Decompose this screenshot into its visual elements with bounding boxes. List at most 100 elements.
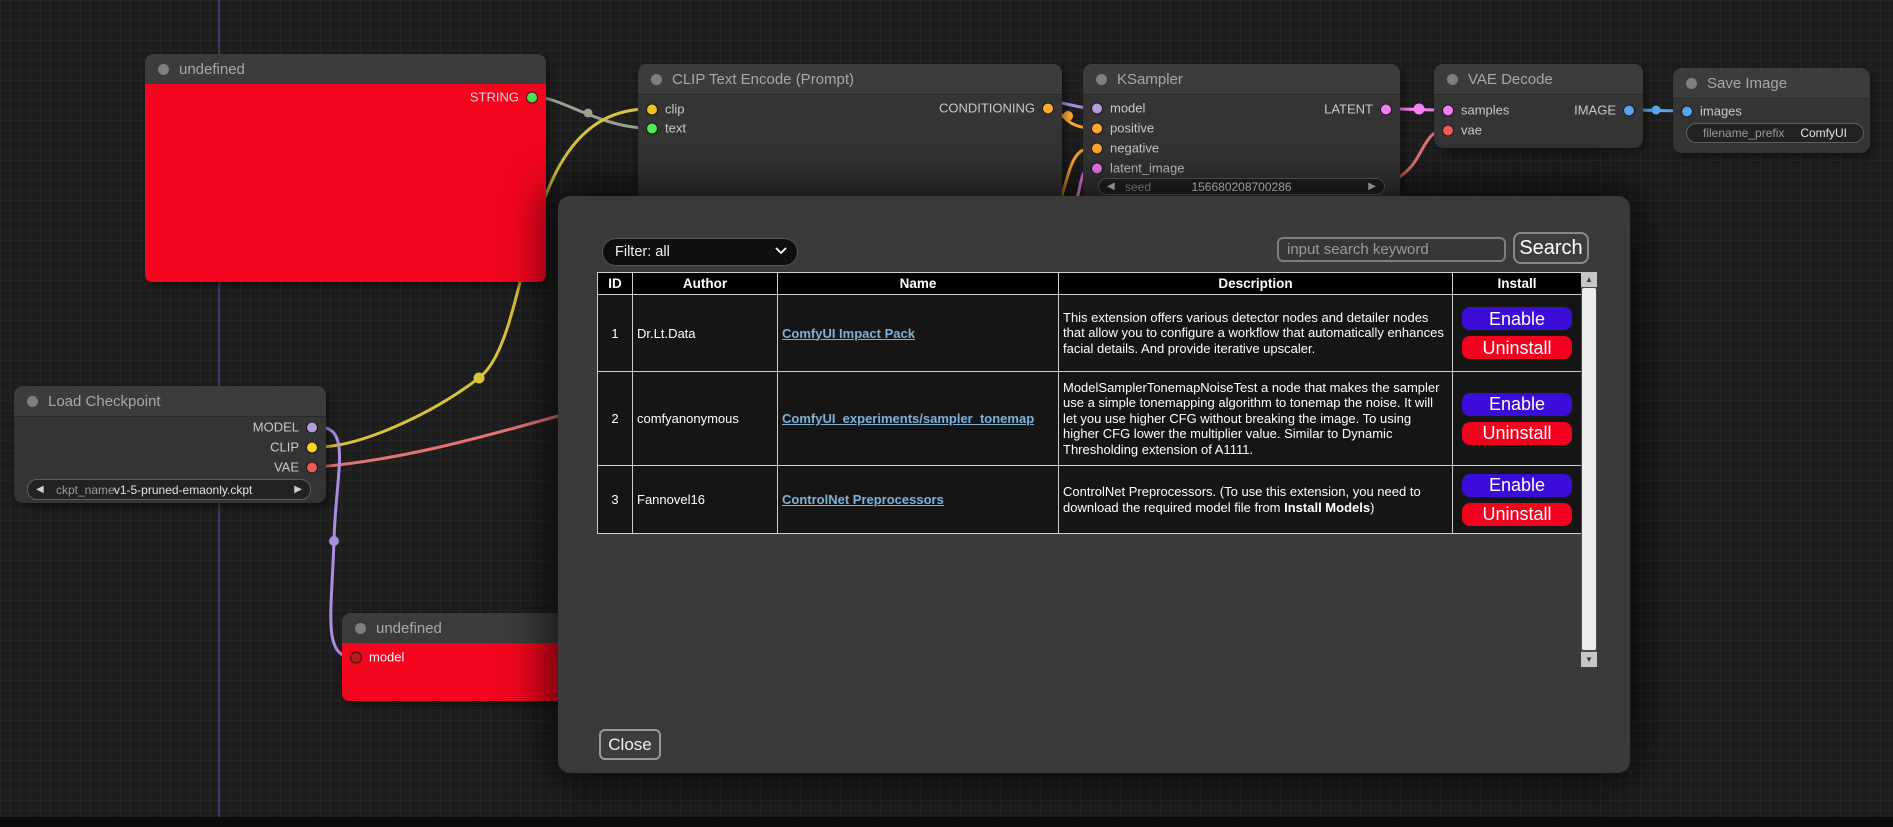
node-title-bar[interactable]: undefined <box>342 613 565 644</box>
port-dot-text[interactable] <box>647 123 657 133</box>
port-dot-samples[interactable] <box>1443 105 1453 115</box>
node-title-bar[interactable]: Save Image <box>1673 68 1870 99</box>
port-dot-vae[interactable] <box>1443 125 1453 135</box>
filename-prefix-widget[interactable]: filename_prefix ComfyUI <box>1686 123 1864 143</box>
extension-link[interactable]: ComfyUI Impact Pack <box>782 326 915 341</box>
wire-dot-latent <box>1414 104 1425 115</box>
input-latent-image[interactable]: latent_image <box>1092 161 1184 176</box>
input-positive[interactable]: positive <box>1092 121 1154 136</box>
enable-button[interactable]: Enable <box>1461 473 1573 498</box>
node-title: Load Checkpoint <box>48 393 161 410</box>
collapse-dot-icon[interactable] <box>355 623 366 634</box>
close-button[interactable]: Close <box>599 729 661 760</box>
extension-manager-dialog: Filter: all Search ID Author Name Descri… <box>558 196 1630 773</box>
node-save-image[interactable]: Save Image images filename_prefix ComfyU… <box>1673 68 1870 153</box>
uninstall-button[interactable]: Uninstall <box>1461 502 1573 527</box>
decrement-arrow-icon[interactable]: ◀ <box>1107 182 1115 192</box>
collapse-dot-icon[interactable] <box>651 74 662 85</box>
output-clip[interactable]: CLIP <box>270 440 317 455</box>
node-title-bar[interactable]: undefined <box>145 54 546 85</box>
cell-description: This extension offers various detector n… <box>1059 295 1453 372</box>
input-negative[interactable]: negative <box>1092 141 1159 156</box>
input-model[interactable]: model <box>1092 101 1145 116</box>
output-string[interactable]: STRING <box>470 90 537 105</box>
node-title-bar[interactable]: CLIP Text Encode (Prompt) <box>638 64 1062 95</box>
cell-name: ControlNet Preprocessors <box>778 466 1059 534</box>
node-title: undefined <box>179 61 245 78</box>
port-dot-negative[interactable] <box>1092 143 1102 153</box>
enable-button[interactable]: Enable <box>1461 306 1573 331</box>
col-header-install: Install <box>1453 273 1582 295</box>
enable-button[interactable]: Enable <box>1461 392 1573 417</box>
node-load-checkpoint[interactable]: Load Checkpoint MODEL CLIP VAE ◀ ckpt_na… <box>14 386 326 503</box>
output-conditioning[interactable]: CONDITIONING <box>939 101 1053 116</box>
table-scrollbar[interactable]: ▲ ▼ <box>1581 272 1597 667</box>
filter-dropdown-wrap: Filter: all <box>602 238 798 266</box>
extension-link[interactable]: ControlNet Preprocessors <box>782 492 944 507</box>
node-title: KSampler <box>1117 71 1183 88</box>
cell-name: ComfyUI Impact Pack <box>778 295 1059 372</box>
wire-dot-image <box>1652 106 1661 115</box>
node-vae-decode[interactable]: VAE Decode samples vae IMAGE <box>1434 64 1643 148</box>
node-title-bar[interactable]: VAE Decode <box>1434 64 1643 95</box>
cell-install: Enable Uninstall <box>1453 295 1582 372</box>
collapse-dot-icon[interactable] <box>1096 74 1107 85</box>
scroll-up-icon[interactable]: ▲ <box>1581 272 1597 287</box>
output-vae[interactable]: VAE <box>274 460 317 475</box>
ckpt-name-widget[interactable]: ◀ ckpt_name v1-5-pruned-emaonly.ckpt ▶ <box>27 479 311 500</box>
port-dot-conditioning[interactable] <box>1043 103 1053 113</box>
increment-arrow-icon[interactable]: ▶ <box>1368 182 1376 192</box>
collapse-dot-icon[interactable] <box>158 64 169 75</box>
search-button[interactable]: Search <box>1513 232 1589 264</box>
port-dot-latent[interactable] <box>1381 104 1391 114</box>
input-images[interactable]: images <box>1682 104 1742 119</box>
col-header-author: Author <box>633 273 778 295</box>
uninstall-button[interactable]: Uninstall <box>1461 421 1573 446</box>
port-dot-string[interactable] <box>527 92 537 102</box>
port-dot-vae-out[interactable] <box>307 462 317 472</box>
cell-id: 2 <box>598 372 633 466</box>
prev-arrow-icon[interactable]: ◀ <box>36 485 44 495</box>
node-title: Save Image <box>1707 75 1787 92</box>
node-undefined-top[interactable]: undefined STRING <box>145 54 546 282</box>
node-body: samples vae IMAGE <box>1434 94 1643 148</box>
output-latent[interactable]: LATENT <box>1324 102 1391 117</box>
port-dot-model[interactable] <box>1092 103 1102 113</box>
port-dot-positive[interactable] <box>1092 123 1102 133</box>
filter-select[interactable]: Filter: all <box>602 238 798 266</box>
scrollbar-thumb[interactable] <box>1582 288 1596 650</box>
collapse-dot-icon[interactable] <box>1686 78 1697 89</box>
collapse-dot-icon[interactable] <box>1447 74 1458 85</box>
comfyui-canvas[interactable]: undefined STRING CLIP Text Encode (Promp… <box>0 0 1893 827</box>
port-dot-model-in[interactable] <box>351 652 361 662</box>
output-model[interactable]: MODEL <box>253 420 317 435</box>
input-samples[interactable]: samples <box>1443 103 1509 118</box>
table-row: 2 comfyanonymous ComfyUI_experiments/sam… <box>598 372 1582 466</box>
scroll-down-icon[interactable]: ▼ <box>1581 652 1597 667</box>
port-dot-clip[interactable] <box>647 104 657 114</box>
port-dot-latent-image[interactable] <box>1092 163 1102 173</box>
col-header-name: Name <box>778 273 1059 295</box>
next-arrow-icon[interactable]: ▶ <box>294 485 302 495</box>
output-image[interactable]: IMAGE <box>1574 103 1634 118</box>
extension-link[interactable]: ComfyUI_experiments/sampler_tonemap <box>782 411 1034 426</box>
port-dot-model-out[interactable] <box>307 422 317 432</box>
node-title-bar[interactable]: Load Checkpoint <box>14 386 326 417</box>
uninstall-button[interactable]: Uninstall <box>1461 335 1573 360</box>
port-dot-images[interactable] <box>1682 106 1692 116</box>
table-header-row: ID Author Name Description Install <box>598 273 1582 295</box>
port-dot-image[interactable] <box>1624 105 1634 115</box>
wire-dot-conditioning <box>1063 111 1073 121</box>
node-title: VAE Decode <box>1468 71 1553 88</box>
collapse-dot-icon[interactable] <box>27 396 38 407</box>
seed-widget[interactable]: ◀ seed 156680208700286 ▶ <box>1098 178 1385 195</box>
input-clip[interactable]: clip <box>647 102 685 117</box>
wire-dot-string <box>584 109 593 118</box>
node-undefined-bottom[interactable]: undefined model <box>342 613 565 701</box>
input-vae[interactable]: vae <box>1443 123 1482 138</box>
search-input[interactable] <box>1277 237 1506 262</box>
port-dot-clip-out[interactable] <box>307 442 317 452</box>
input-model[interactable]: model <box>351 650 404 665</box>
node-title-bar[interactable]: KSampler <box>1083 64 1400 95</box>
input-text[interactable]: text <box>647 121 686 136</box>
